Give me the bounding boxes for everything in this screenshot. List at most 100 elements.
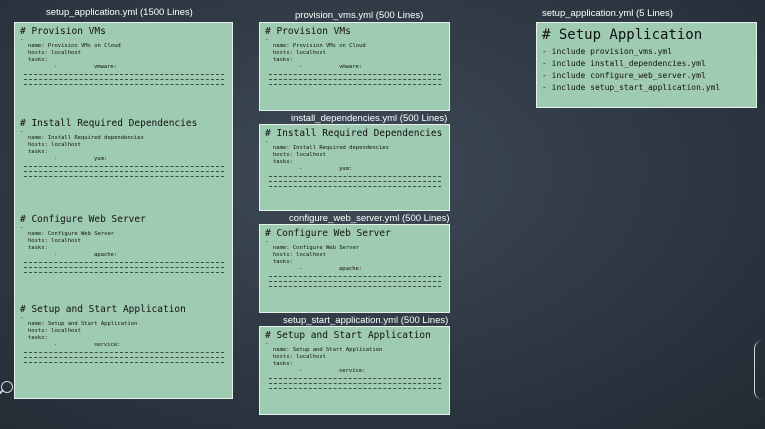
caption-summary-playbook: setup_application.yml (5 Lines) <box>542 8 673 19</box>
configure-playbook-panel: # Configure Web Server - name: Configure… <box>259 224 450 313</box>
task-module-name: apache: <box>339 266 363 272</box>
task-bullet: - <box>54 64 58 70</box>
code-line <box>24 357 224 358</box>
play-hosts: hosts: localhost <box>28 142 81 148</box>
task-bullet: - <box>54 156 58 162</box>
code-line <box>269 378 441 379</box>
code-line <box>269 281 441 282</box>
task-module: - apache: <box>265 266 445 273</box>
code-line <box>24 352 224 353</box>
play-name: name: Configure Web Server <box>273 245 360 251</box>
task-module: - service: <box>265 368 445 375</box>
task-module: - vmware: <box>265 64 445 71</box>
task-bullet: - <box>299 64 303 70</box>
task-module-name: vmware: <box>94 64 118 70</box>
play-name: name: Install Required dependencies <box>28 135 144 141</box>
caption-install-playbook: install_dependencies.yml (500 Lines) <box>291 113 448 124</box>
task-module-name: service: <box>94 342 121 348</box>
code-line <box>24 84 224 85</box>
play-hosts: hosts: localhost <box>28 50 81 56</box>
caption-start-playbook: setup_start_application.yml (500 Lines) <box>283 315 449 326</box>
play-tasks: tasks: <box>28 57 48 63</box>
main-section-provision: # Provision VMs - name: Provision VMs on… <box>20 26 228 118</box>
task-module: - apache: <box>20 252 228 259</box>
code-line <box>24 176 224 177</box>
play-name: name: Setup and Start Application <box>273 347 383 353</box>
caption-configure-playbook: configure_web_server.yml (500 Lines) <box>289 213 450 224</box>
magnifier-icon <box>1 381 13 393</box>
edge-bracket-icon <box>754 340 763 400</box>
code-line <box>269 388 441 389</box>
include-line: - include configure_web_server.yml <box>542 71 706 80</box>
code-line <box>24 79 224 80</box>
play-hosts: hosts: localhost <box>273 50 326 56</box>
code-line <box>269 276 441 277</box>
section-heading: # Configure Web Server <box>20 214 146 225</box>
play-tasks: tasks: <box>28 149 48 155</box>
section-heading: # Provision VMs <box>265 26 351 37</box>
play-tasks: tasks: <box>28 245 48 251</box>
code-line <box>269 186 441 187</box>
code-line <box>269 286 441 287</box>
play-name: name: Setup and Start Application <box>28 321 138 327</box>
task-module-name: vmware: <box>339 64 363 70</box>
task-module: - yum: <box>20 156 228 163</box>
task-bullet: - <box>299 368 303 374</box>
task-module-name: yum: <box>339 166 353 172</box>
play-hosts: hosts: localhost <box>273 354 326 360</box>
code-line <box>269 383 441 384</box>
play-hosts: hosts: localhost <box>273 252 326 258</box>
task-module: - vmware: <box>20 64 228 71</box>
play-hosts: hosts: localhost <box>28 238 81 244</box>
code-line <box>24 74 224 75</box>
code-line <box>24 362 224 363</box>
section-heading: # Setup and Start Application <box>20 304 186 315</box>
main-section-install: # Install Required Dependencies - name: … <box>20 118 228 214</box>
task-bullet: - <box>299 166 303 172</box>
caption-provision-playbook: provision_vms.yml (500 Lines) <box>295 10 424 21</box>
code-line <box>269 181 441 182</box>
summary-title: # Setup Application <box>542 27 703 43</box>
play-tasks: tasks: <box>273 159 293 165</box>
start-playbook-panel: # Setup and Start Application - name: Se… <box>259 326 450 415</box>
play-tasks: tasks: <box>28 335 48 341</box>
play-name: name: Provision VMs on Cloud <box>273 43 366 49</box>
code-line <box>24 171 224 172</box>
section-heading: # Install Required Dependencies <box>265 128 443 139</box>
task-module: - yum: <box>265 166 445 173</box>
task-module-name: yum: <box>94 156 108 162</box>
play-name: name: Provision VMs on Cloud <box>28 43 121 49</box>
section-heading: # Provision VMs <box>20 26 106 37</box>
code-line <box>269 176 441 177</box>
include-line: - include provision_vms.yml <box>542 47 673 56</box>
section-heading: # Setup and Start Application <box>265 330 431 341</box>
code-line <box>24 166 224 167</box>
play-name: name: Install Required dependencies <box>273 145 389 151</box>
main-section-configure: # Configure Web Server - name: Configure… <box>20 214 228 304</box>
play-hosts: hosts: localhost <box>28 328 81 334</box>
section-heading: # Install Required Dependencies <box>20 118 198 129</box>
play-tasks: tasks: <box>273 57 293 63</box>
include-line: - include install_dependencies.yml <box>542 59 706 68</box>
include-line: - include setup_start_application.yml <box>542 83 721 92</box>
code-line <box>24 262 224 263</box>
play-hosts: hosts: localhost <box>273 152 326 158</box>
play-tasks: tasks: <box>273 259 293 265</box>
provision-playbook-panel: # Provision VMs - name: Provision VMs on… <box>259 22 450 111</box>
code-line <box>269 74 441 75</box>
install-playbook-panel: # Install Required Dependencies - name: … <box>259 124 450 211</box>
play-tasks: tasks: <box>273 361 293 367</box>
play-name: name: Configure Web Server <box>28 231 115 237</box>
section-heading: # Configure Web Server <box>265 228 391 239</box>
summary-playbook-panel: # Setup Application - include provision_… <box>536 22 757 108</box>
code-line <box>269 84 441 85</box>
code-line <box>24 272 224 273</box>
main-section-start: # Setup and Start Application - name: Se… <box>20 304 228 394</box>
task-module: - service: <box>20 342 228 349</box>
code-line <box>24 267 224 268</box>
task-bullet: - <box>299 266 303 272</box>
task-module-name: apache: <box>94 252 118 258</box>
caption-main-playbook: setup_application.yml (1500 Lines) <box>46 7 193 18</box>
code-line <box>269 79 441 80</box>
main-playbook-panel: # Provision VMs - name: Provision VMs on… <box>14 22 233 399</box>
